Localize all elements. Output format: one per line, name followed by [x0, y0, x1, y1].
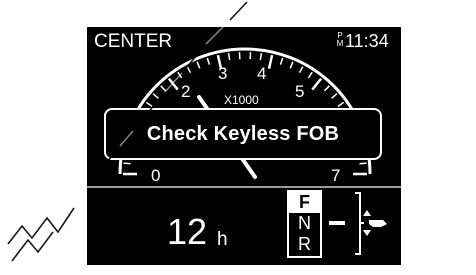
tick-label-3: 3 [218, 64, 228, 83]
tick-label-5: 5 [295, 82, 305, 101]
engine-hours-value: 12 [167, 211, 208, 252]
tachometer-minor-tick [206, 57, 211, 65]
tick-label-0: 0 [151, 166, 161, 185]
gear-indicator: F N R [287, 190, 322, 258]
gear-reverse: R [298, 234, 311, 254]
tachometer-minor-tick [123, 162, 131, 165]
outboard-motor-icon [369, 220, 387, 227]
engine-hours-unit: h [217, 229, 228, 250]
tachometer-minor-tick [323, 85, 330, 92]
tick-label-2: 2 [181, 82, 191, 101]
tachometer-minor-tick [337, 101, 345, 108]
tachometer-minor-tick [289, 61, 294, 69]
trim-scale-bracket [355, 192, 364, 255]
tachometer-minor-tick [196, 61, 201, 69]
tachometer-minor-tick [160, 85, 167, 92]
trim-indicator [329, 192, 387, 255]
tachometer-minor-tick [186, 66, 192, 74]
tachometer-minor-tick [177, 71, 183, 79]
tachometer-minor-tick [307, 71, 313, 79]
divider-line [87, 186, 401, 188]
tachometer-major-tick [267, 54, 274, 69]
tick-label-4: 4 [257, 64, 267, 83]
gear-neutral: N [298, 213, 311, 233]
gear-forward: F [289, 192, 320, 213]
trim-down-arrow-icon [363, 230, 371, 236]
tachometer-major-tick [167, 77, 179, 91]
rpm-multiplier-label: X1000 [224, 93, 259, 107]
gauge-display-screen: CENTER P M 11:34 0 2 3 4 5 7 X1000 Check… [87, 27, 401, 265]
alert-popup: Check Keyless FOB [104, 108, 382, 160]
tachometer-minor-tick [298, 66, 304, 74]
tachometer-minor-tick [152, 93, 159, 99]
tachometer-minor-tick [259, 52, 263, 61]
tachometer-gauge [118, 47, 372, 179]
trim-up-arrow-icon [363, 210, 371, 216]
tachometer-minor-tick [279, 57, 284, 65]
tachometer-major-tick [311, 77, 323, 91]
alert-message: Check Keyless FOB [146, 122, 340, 145]
tachometer-minor-tick [331, 93, 338, 99]
tachometer-minor-tick [359, 162, 367, 165]
tachometer-minor-tick [227, 52, 231, 61]
tachometer-minor-tick [145, 101, 153, 108]
tick-label-7: 7 [331, 166, 341, 185]
